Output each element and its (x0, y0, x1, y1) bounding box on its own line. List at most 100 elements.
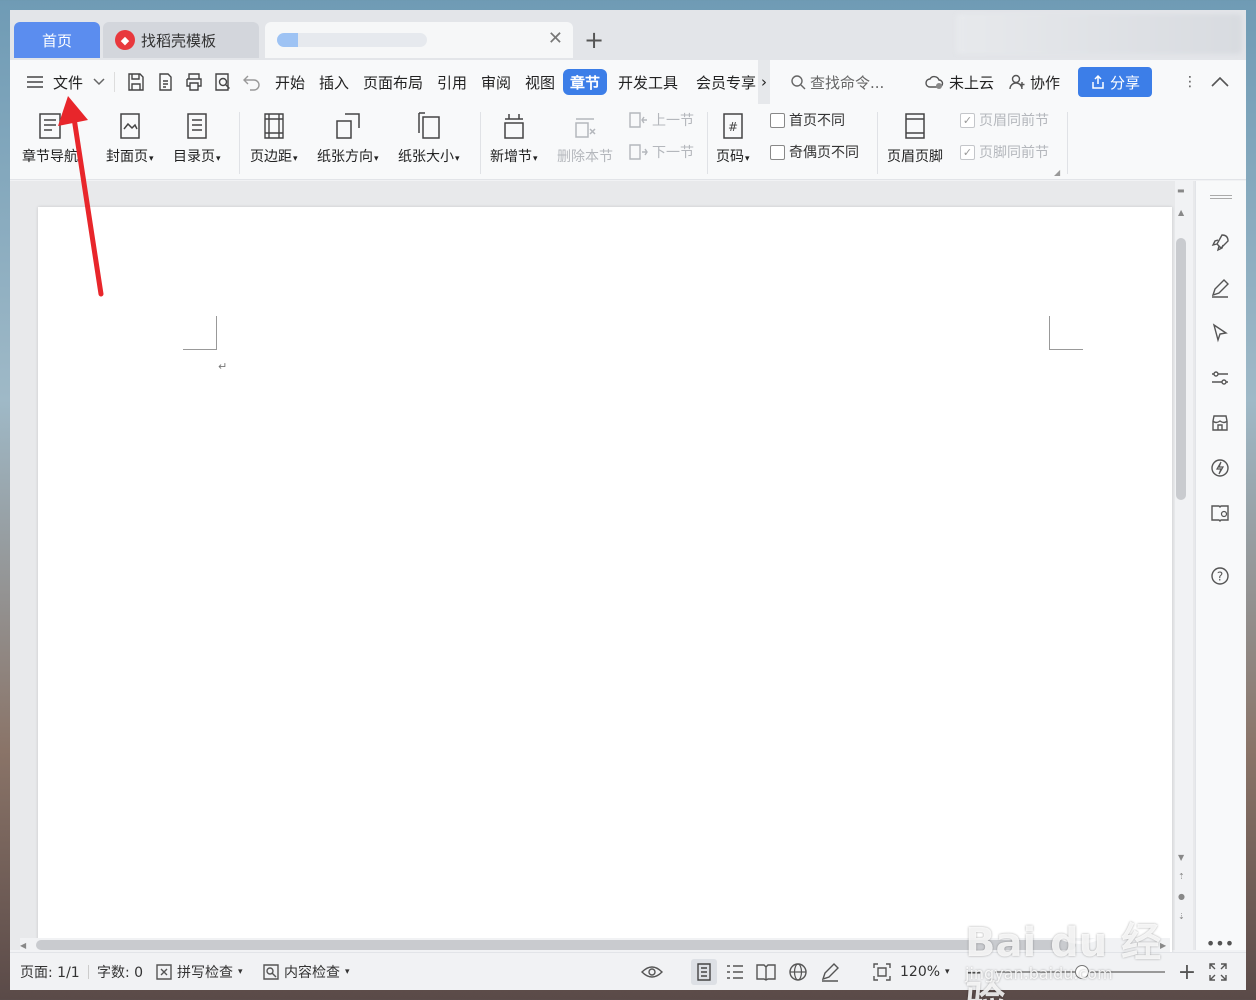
right-sidebar: ? ••• (1195, 181, 1246, 953)
fullscreen-icon[interactable] (1207, 961, 1229, 983)
cloud-status-label: 未上云 (949, 73, 995, 92)
paper-size-button[interactable]: 纸张大小▾ (398, 110, 460, 166)
page-count: 页面: 1/1 (20, 965, 80, 981)
menu-tab-member[interactable]: 会员专享 (696, 60, 756, 104)
menu-tab-view[interactable]: 视图 (525, 60, 555, 104)
reading-view-icon[interactable] (755, 961, 777, 983)
vertical-scroll-thumb[interactable] (1176, 238, 1186, 500)
book-search-icon[interactable] (1208, 501, 1232, 525)
margin-button[interactable]: 页边距▾ (250, 110, 298, 166)
footer-same-label: 页脚同前节 (979, 145, 1049, 161)
spell-check-button[interactable]: 拼写检查 ▾ (155, 953, 243, 990)
checked-icon: ✓ (960, 144, 975, 160)
print-icon[interactable] (182, 70, 206, 94)
divider (1067, 112, 1068, 174)
orientation-button[interactable]: 纸张方向▾ (317, 110, 379, 166)
more-options-icon[interactable]: ⋮ (1178, 70, 1202, 94)
sliders-icon[interactable] (1208, 366, 1232, 390)
divider (877, 112, 878, 174)
menu-tab-layout[interactable]: 页面布局 (363, 60, 423, 104)
docer-logo-icon: ◆ (115, 30, 135, 50)
pen-icon[interactable] (1208, 276, 1232, 300)
chevron-down-icon (93, 78, 105, 86)
share-icon (1092, 74, 1104, 89)
odd-even-diff-checkbox[interactable]: 奇偶页不同 (770, 142, 859, 162)
chapter-nav-icon (35, 110, 65, 142)
collaborate-icon (1009, 74, 1025, 90)
cloud-icon (925, 75, 944, 89)
header-footer-label: 页眉页脚 (887, 149, 943, 165)
save-icon[interactable] (124, 70, 148, 94)
header-same-checkbox[interactable]: ✓ 页眉同前节 (960, 110, 1049, 130)
tab-document[interactable]: ✕ (265, 22, 573, 58)
next-section-button[interactable]: 下一节 (628, 142, 694, 162)
divider (707, 112, 708, 174)
cover-page-label: 封面页▾ (106, 149, 154, 165)
cover-page-button[interactable]: 封面页▾ (106, 110, 154, 166)
blurred-document-title (277, 33, 427, 47)
new-tab-button[interactable]: + (584, 26, 604, 54)
first-page-diff-checkbox[interactable]: 首页不同 (770, 110, 845, 130)
margin-corner-top-right (1049, 316, 1083, 350)
spell-check-label: 拼写检查 (177, 965, 233, 981)
footer-same-checkbox[interactable]: ✓ 页脚同前节 (960, 142, 1049, 162)
new-section-button[interactable]: 新增节▾ (490, 110, 538, 166)
scroll-top-icon[interactable]: ▬ (1177, 186, 1185, 195)
scroll-left-icon[interactable]: ◀ (20, 941, 26, 950)
undo-icon[interactable] (240, 70, 264, 94)
lightning-icon[interactable] (1208, 456, 1232, 480)
content-check-button[interactable]: 内容检查 ▾ (262, 953, 350, 990)
page-view-icon[interactable] (691, 959, 717, 985)
scroll-down-icon[interactable]: ▼ (1178, 853, 1184, 862)
word-count[interactable]: 字数: 0 (97, 953, 143, 990)
collaborate-button[interactable]: 协作 (1008, 60, 1060, 104)
menu-tab-developer[interactable]: 开发工具 (618, 60, 678, 104)
menu-tab-review[interactable]: 审阅 (481, 60, 511, 104)
file-menu-button[interactable]: 文件 (26, 60, 105, 104)
zoom-level-dropdown[interactable]: 120% ▾ (900, 953, 950, 990)
toc-page-button[interactable]: 目录页▾ (173, 110, 221, 166)
store-icon[interactable] (1208, 411, 1232, 435)
menu-tab-references[interactable]: 引用 (437, 60, 467, 104)
eye-protection-icon[interactable] (641, 961, 663, 983)
document-canvas[interactable]: ↵ (10, 181, 1195, 967)
next-section-icon (629, 144, 648, 160)
tab-home[interactable]: 首页 (14, 22, 100, 58)
command-search[interactable]: 查找命令... (790, 60, 884, 104)
write-mode-icon[interactable] (819, 961, 841, 983)
horizontal-scroll-thumb[interactable] (36, 940, 1076, 950)
cloud-status-button[interactable]: 未上云 (925, 60, 994, 104)
help-icon[interactable]: ? (1208, 564, 1232, 588)
page-number-button[interactable]: # 页码▾ (716, 110, 750, 166)
share-button[interactable]: 分享 (1078, 67, 1152, 97)
tab-home-label: 首页 (41, 31, 72, 50)
web-view-icon[interactable] (787, 961, 809, 983)
collapse-ribbon-icon[interactable] (1208, 70, 1232, 94)
chapter-nav-button[interactable]: 章节导航 (22, 110, 78, 166)
document-page[interactable]: ↵ (38, 207, 1172, 967)
more-tabs-chevron-icon[interactable]: › (758, 60, 770, 104)
cursor-icon[interactable] (1208, 321, 1232, 345)
group-expander-icon[interactable]: ◢ (1054, 168, 1060, 177)
rocket-icon[interactable] (1208, 231, 1232, 255)
blurred-account-area (956, 14, 1242, 54)
outline-view-icon[interactable] (724, 961, 746, 983)
delete-section-button[interactable]: 删除本节 (557, 110, 613, 166)
tab-templates[interactable]: ◆ 找稻壳模板 (103, 22, 259, 58)
checked-icon: ✓ (960, 112, 975, 128)
menu-tab-chapter[interactable]: 章节 (563, 69, 608, 95)
close-tab-icon[interactable]: ✕ (548, 28, 563, 49)
menu-tab-start[interactable]: 开始 (275, 60, 305, 104)
fit-page-icon[interactable] (871, 961, 893, 983)
menu-bar: 文件 开始 插入 页面布局 引用 审阅 视图 章节 开发工具 会员专享 › 查找… (10, 60, 1246, 104)
export-pdf-icon[interactable] (153, 70, 177, 94)
spell-check-icon (156, 964, 172, 980)
menu-tab-insert[interactable]: 插入 (319, 60, 349, 104)
new-section-icon (499, 110, 529, 142)
svg-text:#: # (728, 120, 738, 134)
header-footer-button[interactable]: 页眉页脚 (887, 110, 943, 166)
scroll-up-icon[interactable]: ▲ (1178, 208, 1184, 217)
sidebar-grip-icon[interactable] (1210, 195, 1232, 199)
prev-section-button[interactable]: 上一节 (628, 110, 694, 130)
print-preview-icon[interactable] (211, 70, 235, 94)
